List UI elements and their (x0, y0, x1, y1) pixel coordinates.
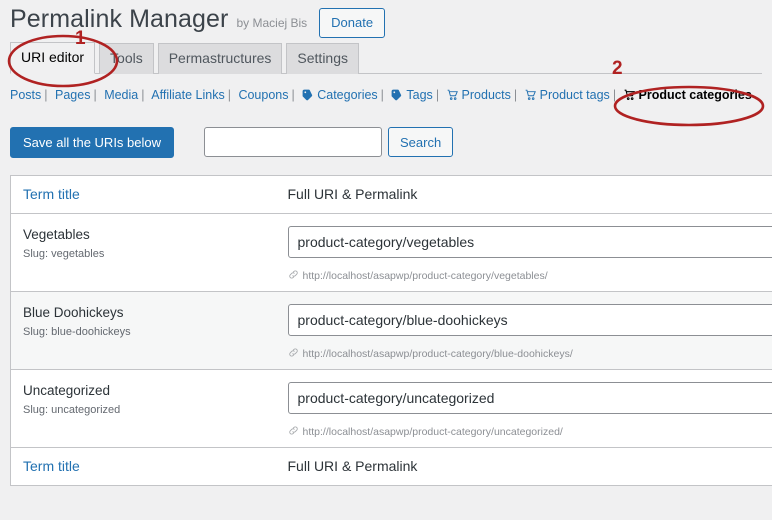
search-input[interactable] (204, 127, 383, 157)
permalink-preview: http://localhost/asapwp/product-category… (288, 269, 772, 283)
slug-prefix: Slug: (23, 404, 52, 416)
cart-icon (525, 85, 537, 110)
subnav-link-coupons[interactable]: Coupons (238, 88, 288, 102)
uri-input[interactable] (287, 382, 772, 414)
subnav-label: Product categories (638, 88, 752, 102)
subnav-link-affiliate-links[interactable]: Affiliate Links (151, 88, 224, 102)
link-icon (288, 269, 299, 283)
permalink-preview: http://localhost/asapwp/product-category… (288, 347, 772, 361)
term-title: Uncategorized (23, 383, 111, 398)
subnav-link-categories[interactable]: Categories (302, 88, 378, 102)
table-row: Vegetables Slug: vegetables http://local… (10, 213, 772, 292)
term-slug: Slug: uncategorized (23, 404, 276, 416)
save-all-uris-button[interactable]: Save all the URIs below (10, 126, 175, 158)
slug-value: vegetables (51, 248, 105, 260)
permalink-url[interactable]: http://localhost/asapwp/product-category… (303, 270, 548, 282)
subnav-link-pages[interactable]: Pages (55, 88, 90, 102)
tab-permastructures[interactable]: Permastructures (157, 43, 283, 74)
action-bar: Save all the URIs below Search (10, 126, 772, 158)
subnav-separator: | (612, 88, 617, 102)
subnav-link-media[interactable]: Media (104, 88, 138, 102)
tab-tools[interactable]: Tools (99, 43, 154, 74)
slug-value: uncategorized (51, 404, 121, 416)
subnav-separator: | (291, 88, 295, 102)
term-slug: Slug: vegetables (23, 248, 276, 260)
subnav-label: Products (461, 88, 511, 102)
term-title: Blue Doohickeys (23, 305, 124, 320)
subnav-separator: | (141, 88, 145, 102)
subnav-link-tags[interactable]: Tags (391, 88, 433, 102)
term-slug: Slug: blue-doohickeys (23, 326, 276, 338)
slug-prefix: Slug: (23, 248, 52, 260)
subnav-label: Categories (317, 88, 378, 102)
plugin-author: by Maciej Bis (236, 16, 308, 30)
slug-value: blue-doohickeys (51, 326, 131, 338)
table-row: Uncategorized Slug: uncategorized http:/… (10, 369, 772, 448)
slug-prefix: Slug: (23, 326, 52, 338)
subnav-separator: | (380, 88, 384, 102)
column-header-full-uri: Full URI & Permalink (275, 175, 772, 214)
uri-input[interactable] (287, 304, 772, 336)
donate-button[interactable]: Donate (319, 8, 386, 38)
subnav-link-product-categories[interactable]: Product categories (624, 88, 752, 102)
search-button[interactable]: Search (388, 127, 454, 157)
cart-icon (447, 85, 459, 110)
link-icon (288, 347, 299, 361)
column-footer-term-title: Term title (10, 447, 276, 486)
subnav-link-products[interactable]: Products (447, 88, 511, 102)
uri-input[interactable] (287, 226, 772, 258)
tab-settings[interactable]: Settings (286, 43, 360, 74)
subnav-separator: | (435, 88, 440, 102)
subnav-separator: | (513, 88, 518, 102)
permalink-url[interactable]: http://localhost/asapwp/product-category… (303, 426, 563, 438)
subnav-link-posts[interactable]: Posts (10, 88, 41, 102)
table-header-row: Term title Full URI & Permalink (10, 175, 772, 214)
subnav-link-product-tags[interactable]: Product tags (525, 88, 610, 102)
tag-icon (302, 85, 314, 110)
subnav-separator: | (227, 88, 231, 102)
subnav-label: Product tags (539, 88, 610, 102)
subnav-label: Tags (406, 88, 433, 102)
page-title: Permalink Manager (10, 5, 229, 33)
tab-uri-editor[interactable]: URI editor (10, 42, 96, 74)
page-header: Permalink Manager by Maciej Bis Donate (0, 0, 772, 38)
permalink-url[interactable]: http://localhost/asapwp/product-category… (303, 348, 573, 360)
column-header-term-title: Term title (10, 175, 276, 214)
content-type-filter-links: Posts | Pages | Media | Affiliate Links | Co… (10, 83, 772, 110)
search-box: Search (204, 127, 454, 157)
permalink-preview: http://localhost/asapwp/product-category… (288, 425, 772, 439)
nav-tab-bar: URI editor Tools Permastructures Setting… (10, 42, 762, 74)
uri-editor-table: Term title Full URI & Permalink Vegetabl… (10, 175, 772, 486)
link-icon (288, 425, 299, 439)
subnav-separator: | (93, 88, 97, 102)
cart-icon (624, 85, 636, 110)
column-footer-full-uri: Full URI & Permalink (275, 447, 772, 486)
tag-icon (391, 85, 403, 110)
table-row: Blue Doohickeys Slug: blue-doohickeys ht… (10, 291, 772, 370)
term-title: Vegetables (23, 227, 90, 242)
subnav-separator: | (44, 88, 48, 102)
table-footer-row: Term title Full URI & Permalink (10, 447, 772, 486)
